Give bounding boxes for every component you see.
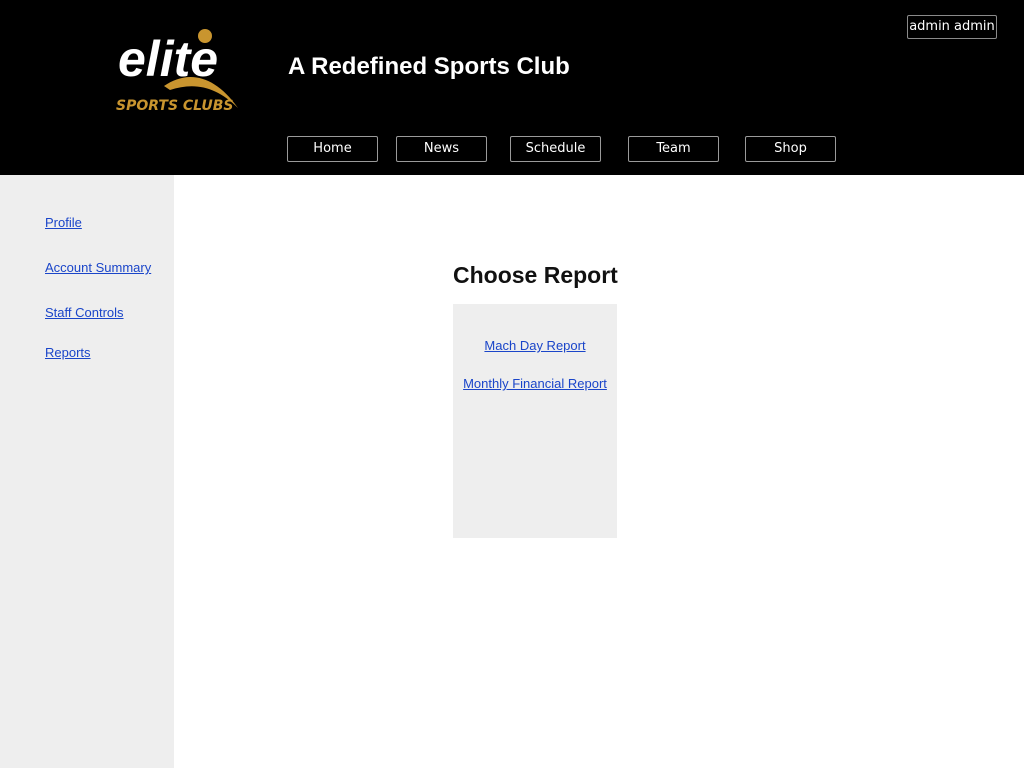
match-day-report-link[interactable]: Mach Day Report (459, 338, 611, 353)
user-menu-button[interactable]: admin admin (907, 15, 997, 39)
sidebar: Profile Account Summary Staff Controls R… (0, 175, 174, 768)
nav-shop-button[interactable]: Shop (745, 136, 836, 162)
report-list-panel: Mach Day Report Monthly Financial Report (453, 304, 617, 538)
sidebar-item-staff-controls[interactable]: Staff Controls (45, 305, 124, 320)
page-title: Choose Report (453, 262, 618, 288)
elite-sports-clubs-logo[interactable]: elite SPORTS CLUBS (112, 26, 262, 118)
nav-schedule-button[interactable]: Schedule (510, 136, 601, 162)
svg-text:elite: elite (118, 31, 218, 87)
sidebar-item-profile[interactable]: Profile (45, 215, 82, 230)
nav-news-button[interactable]: News (396, 136, 487, 162)
monthly-financial-report-link[interactable]: Monthly Financial Report (453, 376, 617, 391)
site-header: elite SPORTS CLUBS A Redefined Sports Cl… (0, 0, 1024, 175)
nav-home-button[interactable]: Home (287, 136, 378, 162)
sidebar-item-reports[interactable]: Reports (45, 345, 91, 360)
site-title: A Redefined Sports Club (288, 53, 570, 80)
svg-text:SPORTS CLUBS: SPORTS CLUBS (116, 98, 233, 114)
sidebar-item-account-summary[interactable]: Account Summary (45, 260, 151, 275)
nav-team-button[interactable]: Team (628, 136, 719, 162)
